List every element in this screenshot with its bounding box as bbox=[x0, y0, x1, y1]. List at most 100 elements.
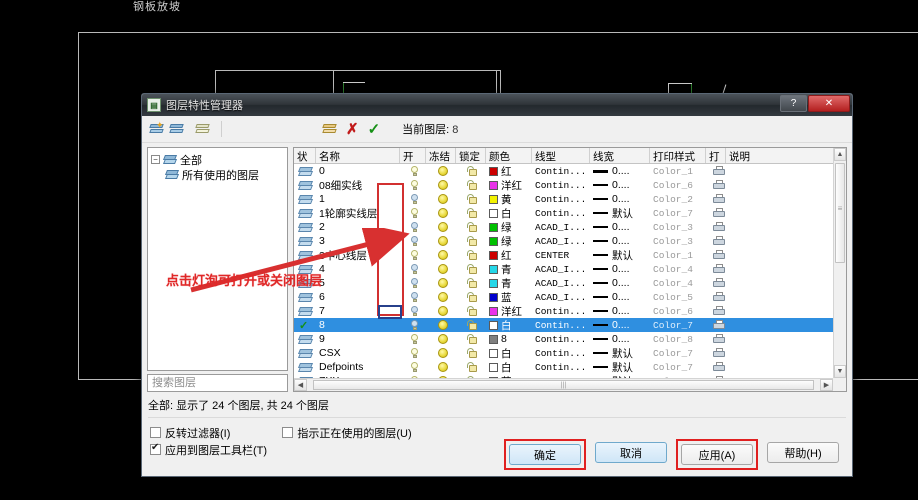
cancel-button[interactable]: 取消 bbox=[595, 442, 667, 463]
cell-freeze[interactable] bbox=[426, 166, 456, 176]
indicate-layers-in-use-checkbox[interactable] bbox=[282, 427, 294, 438]
cell-linetype[interactable]: Contin... bbox=[532, 180, 590, 191]
cell-plotstyle[interactable]: Color_4 bbox=[650, 278, 706, 289]
cell-plotstyle[interactable]: Color_3 bbox=[650, 222, 706, 233]
cell-plot[interactable] bbox=[706, 222, 726, 232]
cell-lock[interactable] bbox=[456, 306, 486, 316]
cell-lock[interactable] bbox=[456, 180, 486, 190]
new-layer-icon[interactable]: ✦ bbox=[148, 120, 166, 138]
printer-icon[interactable] bbox=[713, 166, 726, 176]
cell-lock[interactable] bbox=[456, 166, 486, 176]
search-input[interactable]: 搜索图层 bbox=[147, 374, 288, 392]
cell-on[interactable] bbox=[400, 361, 426, 373]
cell-color[interactable]: 青 bbox=[486, 276, 532, 291]
bulb-icon[interactable] bbox=[410, 319, 419, 331]
cell-lineweight[interactable]: 0.... bbox=[590, 221, 650, 233]
sun-icon[interactable] bbox=[437, 320, 448, 330]
cell-linetype[interactable]: Contin... bbox=[532, 194, 590, 205]
printer-icon[interactable] bbox=[713, 320, 726, 330]
cell-plot[interactable] bbox=[706, 320, 726, 330]
cell-lock[interactable] bbox=[456, 362, 486, 372]
cell-color[interactable]: 白 bbox=[486, 206, 532, 221]
cell-plotstyle[interactable]: Color_7 bbox=[650, 320, 706, 331]
table-row[interactable]: 7 洋红 Contin... 0.... Color_6 bbox=[294, 304, 846, 318]
cell-lineweight[interactable]: 0.... bbox=[590, 263, 650, 275]
lock-icon[interactable] bbox=[467, 292, 478, 302]
hscroll-track[interactable] bbox=[307, 379, 820, 391]
grid-header-3[interactable]: 冻结 bbox=[426, 148, 456, 163]
tree-node-all-used[interactable]: 所有使用的图层 bbox=[151, 167, 284, 182]
vertical-scrollbar[interactable]: ▲ ▼ bbox=[833, 148, 846, 378]
cell-on[interactable] bbox=[400, 333, 426, 345]
grid-header-4[interactable]: 锁定 bbox=[456, 148, 486, 163]
cell-plot[interactable] bbox=[706, 362, 726, 372]
sun-icon[interactable] bbox=[437, 334, 448, 344]
scroll-down-icon[interactable]: ▼ bbox=[834, 365, 846, 378]
cell-status[interactable] bbox=[294, 167, 316, 176]
cell-lineweight[interactable]: 0.... bbox=[590, 305, 650, 317]
cell-lock[interactable] bbox=[456, 292, 486, 302]
table-row[interactable]: 1轮廓实线层 白 Contin... 默认 Color_7 bbox=[294, 206, 846, 220]
cell-name[interactable]: 1轮廓实线层 bbox=[316, 206, 400, 221]
cell-freeze[interactable] bbox=[426, 320, 456, 330]
grid-header-1[interactable]: 名称 bbox=[316, 148, 400, 163]
cell-freeze[interactable] bbox=[426, 348, 456, 358]
sun-icon[interactable] bbox=[437, 208, 448, 218]
sun-icon[interactable] bbox=[437, 194, 448, 204]
sun-icon[interactable] bbox=[437, 348, 448, 358]
cell-color[interactable]: 白 bbox=[486, 346, 532, 361]
lock-icon[interactable] bbox=[467, 236, 478, 246]
cell-status[interactable] bbox=[294, 307, 316, 316]
cell-plotstyle[interactable]: Color_8 bbox=[650, 334, 706, 345]
cell-plotstyle[interactable]: Color_7 bbox=[650, 348, 706, 359]
cell-linetype[interactable]: Contin... bbox=[532, 348, 590, 359]
lock-icon[interactable] bbox=[467, 362, 478, 372]
cell-lineweight[interactable]: 0.... bbox=[590, 193, 650, 205]
cell-status[interactable] bbox=[294, 363, 316, 372]
printer-icon[interactable] bbox=[713, 250, 726, 260]
cell-plot[interactable] bbox=[706, 180, 726, 190]
cell-on[interactable] bbox=[400, 165, 426, 177]
lock-icon[interactable] bbox=[467, 334, 478, 344]
cell-linetype[interactable]: Contin... bbox=[532, 306, 590, 317]
help-button-footer[interactable]: 帮助(H) bbox=[767, 442, 839, 463]
sun-icon[interactable] bbox=[437, 306, 448, 316]
bulb-icon[interactable] bbox=[410, 165, 419, 177]
lock-icon[interactable] bbox=[467, 180, 478, 190]
printer-icon[interactable] bbox=[713, 362, 726, 372]
cell-status[interactable] bbox=[294, 195, 316, 204]
cell-on[interactable] bbox=[400, 193, 426, 205]
table-row[interactable]: ✓ 8 白 Contin... 0.... Color_7 bbox=[294, 318, 846, 332]
cell-linetype[interactable]: ACAD_I... bbox=[532, 264, 590, 275]
cell-on[interactable] bbox=[400, 207, 426, 219]
tree-expander-icon[interactable]: − bbox=[151, 155, 160, 164]
cell-on[interactable] bbox=[400, 179, 426, 191]
printer-icon[interactable] bbox=[713, 306, 726, 316]
table-row[interactable]: 9 8 Contin... 0.... Color_8 bbox=[294, 332, 846, 346]
cell-color[interactable]: 8 bbox=[486, 333, 532, 345]
cell-color[interactable]: 洋红 bbox=[486, 304, 532, 319]
cell-plot[interactable] bbox=[706, 166, 726, 176]
sun-icon[interactable] bbox=[437, 180, 448, 190]
cell-name[interactable]: 08细实线 bbox=[316, 178, 400, 193]
grid-header-10[interactable]: 说明 bbox=[726, 148, 846, 163]
grid-header-0[interactable]: 状 bbox=[294, 148, 316, 163]
grid-header-8[interactable]: 打印样式 bbox=[650, 148, 706, 163]
cell-linetype[interactable]: Contin... bbox=[532, 320, 590, 331]
cell-lineweight[interactable]: 0.... bbox=[590, 235, 650, 247]
grid-header-2[interactable]: 开 bbox=[400, 148, 426, 163]
cell-plotstyle[interactable]: Color_1 bbox=[650, 250, 706, 261]
grid-header-5[interactable]: 颜色 bbox=[486, 148, 532, 163]
cell-color[interactable]: 洋红 bbox=[486, 178, 532, 193]
table-row[interactable]: 1 黄 Contin... 0.... Color_2 bbox=[294, 192, 846, 206]
cell-freeze[interactable] bbox=[426, 306, 456, 316]
grid-header-7[interactable]: 线宽 bbox=[590, 148, 650, 163]
bulb-icon[interactable] bbox=[410, 333, 419, 345]
invert-filter-checkbox[interactable] bbox=[150, 427, 161, 438]
printer-icon[interactable] bbox=[713, 208, 726, 218]
cell-plot[interactable] bbox=[706, 264, 726, 274]
lock-icon[interactable] bbox=[467, 250, 478, 260]
cell-color[interactable]: 绿 bbox=[486, 234, 532, 249]
cell-name[interactable]: Defpoints bbox=[316, 361, 400, 373]
bulb-icon[interactable] bbox=[410, 305, 419, 317]
